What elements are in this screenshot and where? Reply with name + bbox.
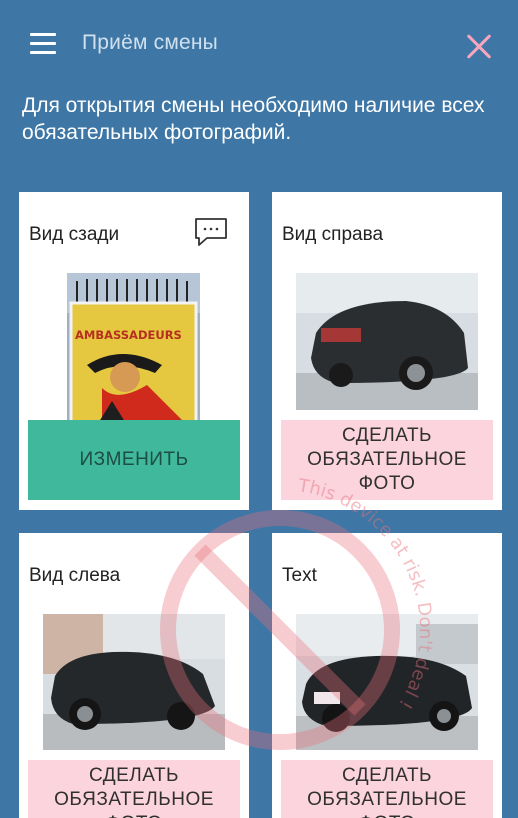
- card-title: Вид слева: [29, 565, 121, 586]
- rear-photo-thumbnail[interactable]: AMBASSADEURS: [67, 273, 200, 425]
- take-required-photo-button[interactable]: СДЕЛАТЬ ОБЯЗАТЕЛЬНОЕ ФОТО: [28, 760, 240, 818]
- left-photo-thumbnail[interactable]: [43, 614, 225, 750]
- photo-card-text: Text СДЕЛАТЬ ОБЯЗАТЕЛЬНОЕ ФОТО: [272, 533, 502, 818]
- page-title: Приём смены: [82, 31, 218, 54]
- right-photo-thumbnail[interactable]: [296, 273, 478, 410]
- comment-icon[interactable]: [193, 216, 229, 248]
- take-required-photo-button[interactable]: СДЕЛАТЬ ОБЯЗАТЕЛЬНОЕ ФОТО: [281, 760, 493, 818]
- required-photos-notice: Для открытия смены необходимо наличие вс…: [22, 94, 485, 144]
- top-app-bar: Приём смены: [0, 0, 518, 88]
- change-photo-button[interactable]: ИЗМЕНИТЬ: [28, 420, 240, 500]
- photo-card-right: Вид справа СДЕЛАТЬ ОБЯЗАТЕЛЬНОЕ ФОТО: [272, 192, 502, 510]
- card-title: Вид сзади: [29, 224, 120, 245]
- take-required-photo-button[interactable]: СДЕЛАТЬ ОБЯЗАТЕЛЬНОЕ ФОТО: [281, 420, 493, 500]
- close-icon[interactable]: [460, 28, 498, 66]
- card-title: Text: [282, 565, 317, 586]
- shift-acceptance-screen: Приём смены Для открытия смены необходим…: [0, 0, 518, 818]
- text-photo-thumbnail[interactable]: [296, 614, 478, 750]
- photo-card-left: Вид слева СДЕЛАТЬ ОБЯЗАТЕЛЬНОЕ ФОТО: [19, 533, 249, 818]
- notebook-brand-text: AMBASSADEURS: [75, 328, 182, 342]
- photo-card-rear: Вид сзади AMBASSADEURS ИЗМЕНИТЬ: [19, 192, 249, 510]
- card-title: Вид справа: [282, 224, 384, 245]
- hamburger-menu-icon[interactable]: [26, 30, 60, 60]
